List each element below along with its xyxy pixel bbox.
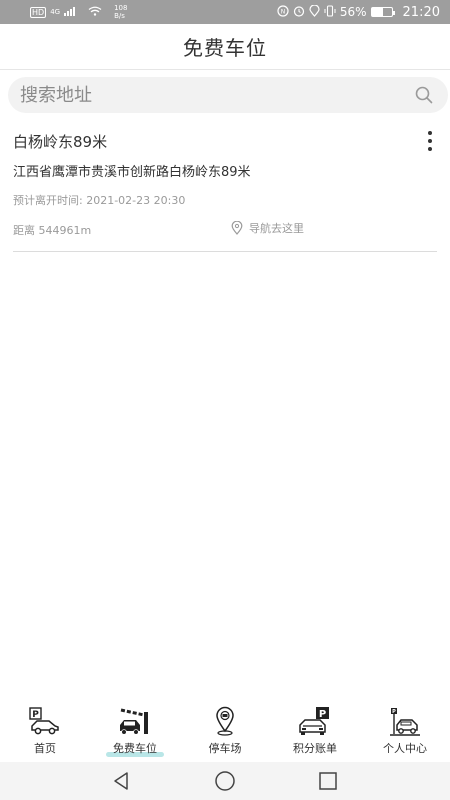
app-header: 免费车位 (0, 24, 450, 70)
location-icon (309, 3, 320, 20)
svg-text:P: P (319, 709, 326, 720)
svg-text:P: P (32, 710, 39, 720)
speed-value: 108 (114, 4, 128, 12)
more-options-icon[interactable] (423, 130, 437, 152)
navigate-label: 导航去这里 (249, 222, 304, 235)
battery-icon (370, 7, 395, 17)
battery-percent: 56% (339, 5, 367, 19)
tab-label: 停车场 (208, 742, 242, 755)
nfc-icon: N (277, 4, 289, 20)
alarm-icon (293, 5, 305, 20)
search-input[interactable] (20, 84, 414, 106)
parking-car-icon: P (28, 706, 62, 736)
network-type: 4G (50, 8, 61, 16)
tab-parking-lot[interactable]: 停车场 (180, 706, 270, 756)
status-bar: HD 4G 108 B/s N 56% 21:20 (0, 0, 450, 24)
parking-spot-card[interactable]: 白杨岭东89米 江西省鹰潭市贵溪市创新路白杨岭东89米 预计离开时间: 2021… (13, 126, 437, 252)
hd-indicator: HD (30, 6, 47, 18)
tab-label: 免费车位 (106, 740, 164, 757)
home-icon[interactable] (214, 770, 236, 792)
spot-address: 江西省鹰潭市贵溪市创新路白杨岭东89米 (13, 165, 251, 180)
distance: 距离 544961m (13, 224, 92, 237)
car-parking-bill-icon: P (298, 706, 332, 736)
tab-points-bill[interactable]: P 积分账单 (270, 706, 360, 756)
spot-title: 白杨岭东89米 (13, 133, 108, 151)
tab-label: 个人中心 (383, 742, 427, 755)
speed-unit: B/s (114, 12, 125, 20)
car-barrier-icon (118, 706, 152, 736)
search-bar[interactable] (8, 77, 448, 113)
tab-profile[interactable]: P 个人中心 (360, 706, 450, 756)
bottom-tab-bar: P 首页 免费车位 停车场 P 积分账单 P 个人中心 (0, 706, 450, 762)
map-pin-icon (208, 706, 242, 736)
recent-apps-icon[interactable] (317, 770, 339, 792)
navigate-button[interactable]: 导航去这里 (231, 220, 304, 236)
location-pin-icon (231, 221, 243, 235)
page-title: 免费车位 (183, 36, 267, 60)
vibrate-icon (324, 4, 336, 20)
tab-label: 首页 (34, 742, 56, 755)
tab-free-parking[interactable]: 免费车位 (90, 706, 180, 757)
car-garage-icon: P (388, 706, 422, 736)
system-nav-bar (0, 762, 450, 800)
tab-label: 积分账单 (293, 742, 337, 755)
back-icon[interactable] (111, 770, 133, 792)
wifi-icon (88, 5, 102, 19)
clock: 21:20 (402, 4, 440, 20)
signal-icon (64, 5, 78, 19)
svg-text:N: N (281, 8, 286, 15)
search-icon[interactable] (414, 85, 434, 105)
leave-time: 预计离开时间: 2021-02-23 20:30 (13, 194, 186, 207)
network-speed: 108 B/s (114, 4, 127, 20)
tab-home[interactable]: P 首页 (0, 706, 90, 756)
